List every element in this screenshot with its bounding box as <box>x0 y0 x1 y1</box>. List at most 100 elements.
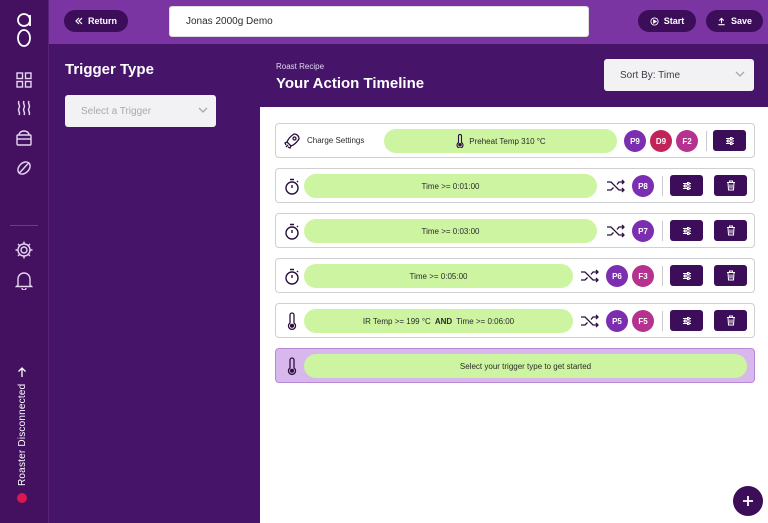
header-subtitle: Roast Recipe <box>276 62 325 71</box>
sliders-icon <box>682 271 691 280</box>
condition-operator: AND <box>434 316 453 326</box>
charge-condition-bar[interactable]: Preheat Temp 310 °C <box>384 129 617 153</box>
profile-name-input[interactable]: Jonas 2000g Demo <box>169 6 589 37</box>
timeline-header: Roast Recipe Your Action Timeline Sort B… <box>260 44 768 107</box>
nav-rail: Roaster Disconnected <box>0 0 49 523</box>
trash-icon <box>726 270 735 281</box>
condition-bar[interactable]: Time >= 0:01:00 <box>304 174 597 198</box>
badge-p9[interactable]: P9 <box>624 130 646 152</box>
row-divider <box>662 266 663 286</box>
trash-icon <box>726 180 735 191</box>
chevron-down-icon <box>198 107 208 113</box>
trigger-panel: Trigger Type Select a Trigger <box>49 44 260 523</box>
hint-bar: Select your trigger type to get started <box>304 354 747 378</box>
thermometer-icon <box>456 134 464 148</box>
sliders-icon <box>725 136 734 145</box>
stopwatch-icon <box>282 266 302 286</box>
logo-icon <box>12 12 36 48</box>
timeline-row[interactable]: Time >= 0:01:00 P8 <box>275 168 755 203</box>
chevron-down-icon <box>735 71 745 77</box>
row-divider <box>662 176 663 196</box>
sliders-icon <box>682 181 691 190</box>
row-divider <box>706 131 707 151</box>
settings-button[interactable] <box>670 220 703 241</box>
connection-status[interactable]: Roaster Disconnected <box>17 384 28 486</box>
plus-icon <box>743 496 753 506</box>
status-dot <box>17 493 27 503</box>
row-divider <box>662 311 663 331</box>
settings-button[interactable] <box>670 265 703 286</box>
shuffle-icon <box>607 179 625 193</box>
condition-text-a: IR Temp >= 199 °C <box>362 316 431 326</box>
rocket-icon <box>282 131 302 151</box>
badge-f5[interactable]: F5 <box>632 310 654 332</box>
charge-settings-label: Charge Settings <box>307 136 365 145</box>
save-label: Save <box>730 16 753 26</box>
upload-icon <box>718 17 725 25</box>
trigger-select[interactable]: Select a Trigger <box>65 95 216 127</box>
condition-bar[interactable]: Time >= 0:03:00 <box>304 219 597 243</box>
trash-icon <box>726 225 735 236</box>
sliders-icon <box>682 226 691 235</box>
play-circle-icon <box>650 16 659 26</box>
badge-p7[interactable]: P7 <box>632 220 654 242</box>
thermometer-icon <box>282 356 302 376</box>
settings-button[interactable] <box>670 310 703 331</box>
badge-d9[interactable]: D9 <box>650 130 672 152</box>
sliders-icon <box>682 316 691 325</box>
start-button[interactable]: Start <box>638 10 696 32</box>
roaster-icon[interactable] <box>12 126 36 150</box>
double-chevron-left-icon <box>75 17 83 25</box>
badge-f2[interactable]: F2 <box>676 130 698 152</box>
bean-icon[interactable] <box>12 156 36 180</box>
bell-icon[interactable] <box>12 268 36 292</box>
condition-bar[interactable]: Time >= 0:05:00 <box>304 264 573 288</box>
save-button[interactable]: Save <box>706 10 763 32</box>
row-divider <box>662 221 663 241</box>
add-button[interactable] <box>733 486 763 516</box>
top-bar: Return Jonas 2000g Demo Start Save <box>49 0 768 44</box>
profile-name-value: Jonas 2000g Demo <box>186 16 273 27</box>
condition-text: Time >= 0:01:00 <box>421 181 480 191</box>
stopwatch-icon <box>282 221 302 241</box>
hint-text: Select your trigger type to get started <box>459 361 592 371</box>
page-title: Your Action Timeline <box>276 75 425 92</box>
heat-icon[interactable] <box>12 96 36 120</box>
badge-p8[interactable]: P8 <box>632 175 654 197</box>
timeline-row[interactable]: Time >= 0:05:00 P6 F3 <box>275 258 755 293</box>
badge-p5[interactable]: P5 <box>606 310 628 332</box>
badge-f3[interactable]: F3 <box>632 265 654 287</box>
stopwatch-icon <box>282 176 302 196</box>
condition-text: Time >= 0:05:00 <box>409 271 468 281</box>
charge-condition-text: Preheat Temp 310 °C <box>469 136 546 146</box>
new-trigger-row[interactable]: Select your trigger type to get started <box>275 348 755 383</box>
sort-select-value: Sort By: Time <box>620 69 681 81</box>
settings-button[interactable] <box>670 175 703 196</box>
condition-text: Time >= 0:03:00 <box>421 226 480 236</box>
return-label: Return <box>88 16 117 26</box>
timeline-row[interactable]: IR Temp >= 199 °C AND Time >= 0:06:00 P5… <box>275 303 755 338</box>
condition-bar[interactable]: IR Temp >= 199 °C AND Time >= 0:06:00 <box>304 309 573 333</box>
trigger-select-placeholder: Select a Trigger <box>81 105 152 117</box>
shuffle-icon <box>607 224 625 238</box>
delete-button[interactable] <box>714 220 747 241</box>
start-label: Start <box>663 16 685 26</box>
thermometer-icon <box>282 311 302 331</box>
charge-settings-row[interactable]: Charge Settings Preheat Temp 310 °C P9 D… <box>275 123 755 158</box>
delete-button[interactable] <box>714 310 747 331</box>
rail-divider <box>10 225 38 226</box>
timeline-row[interactable]: Time >= 0:03:00 P7 <box>275 213 755 248</box>
sort-select[interactable]: Sort By: Time <box>604 59 754 91</box>
shuffle-icon <box>581 314 599 328</box>
arrow-up-icon <box>16 365 28 383</box>
gear-icon[interactable] <box>12 238 36 262</box>
trigger-panel-title: Trigger Type <box>65 61 154 78</box>
badge-p6[interactable]: P6 <box>606 265 628 287</box>
delete-button[interactable] <box>714 175 747 196</box>
delete-button[interactable] <box>714 265 747 286</box>
condition-text-b: Time >= 0:06:00 <box>456 316 515 326</box>
dashboard-icon[interactable] <box>12 68 36 92</box>
settings-button[interactable] <box>713 130 746 151</box>
return-button[interactable]: Return <box>64 10 128 32</box>
trash-icon <box>726 315 735 326</box>
